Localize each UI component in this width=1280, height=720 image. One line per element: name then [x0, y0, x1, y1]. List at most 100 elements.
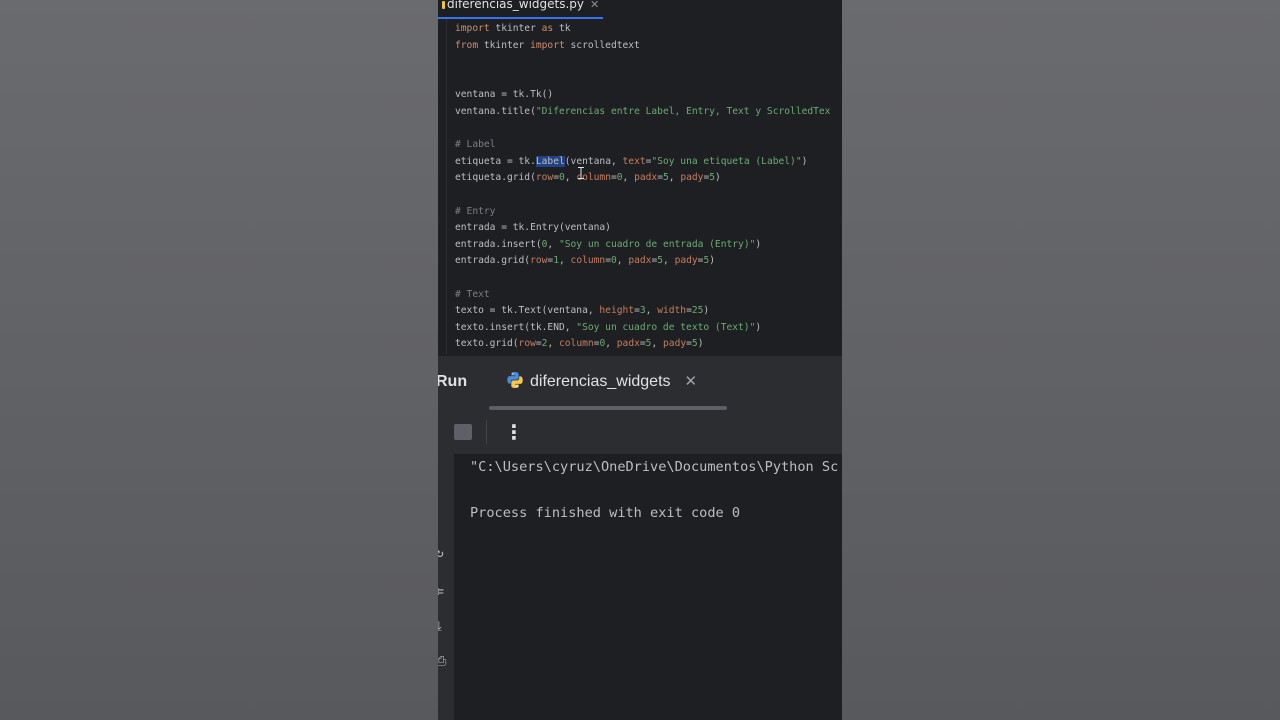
- more-vertical-icon[interactable]: ⋮: [504, 420, 524, 444]
- code-line[interactable]: texto.grid(row=2, column=0, padx=5, pady…: [455, 336, 842, 353]
- code-token: ): [755, 321, 762, 333]
- code-token: "Soy un cuadro de texto (Text)": [576, 321, 756, 333]
- code-line[interactable]: [455, 54, 842, 71]
- code-line[interactable]: import tkinter as tk: [455, 21, 842, 38]
- console-side-toolbar: ↻ ⇇ ⤓ ⎙: [438, 410, 454, 720]
- code-token: entrada.grid(: [455, 255, 531, 267]
- code-line[interactable]: entrada = tk.Entry(ventana): [455, 220, 842, 237]
- print-icon[interactable]: ⎙: [438, 654, 446, 669]
- code-area[interactable]: import tkinter as tk from tkinter import …: [455, 21, 842, 353]
- code-token: ): [755, 238, 762, 250]
- console-output[interactable]: "C:\Users\cyruz\OneDrive\Documentos\Pyth…: [470, 456, 842, 525]
- code-token: padx: [634, 172, 658, 184]
- code-token: "Soy una etiqueta (Label)": [651, 155, 802, 167]
- code-token: # Entry: [455, 205, 496, 217]
- code-token: pady: [674, 255, 698, 267]
- code-line[interactable]: [455, 121, 842, 138]
- code-token: ,: [616, 255, 629, 267]
- code-line[interactable]: [455, 270, 842, 287]
- code-token: # Label: [455, 139, 496, 151]
- code-token: height: [599, 305, 635, 317]
- console-toolbar: ⋮: [454, 410, 842, 454]
- code-token: import: [455, 23, 490, 34]
- code-token: ,: [651, 338, 664, 350]
- code-token: ,: [645, 305, 658, 317]
- console-line: "C:\Users\cyruz\OneDrive\Documentos\Pyth…: [470, 459, 839, 475]
- code-line[interactable]: # Text: [455, 287, 842, 304]
- code-token: 25: [691, 305, 704, 317]
- toolbar-separator: [486, 420, 487, 444]
- code-token: ventana = tk.Tk(): [455, 89, 554, 101]
- code-line[interactable]: entrada.grid(row=1, column=0, padx=5, pa…: [455, 253, 842, 270]
- code-token: ,: [558, 255, 571, 267]
- run-config-tab[interactable]: diferencias_widgets ✕: [506, 371, 697, 395]
- code-line[interactable]: # Label: [455, 137, 842, 154]
- console-line: Process finished with exit code 0: [470, 505, 741, 521]
- selected-token: Label: [535, 155, 565, 167]
- code-line[interactable]: [455, 187, 842, 204]
- code-token: ,: [547, 338, 559, 350]
- code-line[interactable]: ventana.title("Diferencias entre Label, …: [455, 104, 842, 121]
- code-token: from: [455, 39, 479, 51]
- code-token: texto = tk.Text(ventana,: [455, 305, 600, 317]
- code-token: ,: [622, 172, 635, 184]
- code-token: # Text: [455, 288, 490, 300]
- code-token: ): [715, 172, 721, 184]
- code-line[interactable]: ventana = tk.Tk(): [455, 87, 842, 104]
- code-token: ventana.title(: [455, 105, 536, 117]
- editor-gutter: [438, 19, 447, 355]
- code-token: column: [559, 338, 594, 350]
- code-token: column: [570, 255, 606, 267]
- run-panel-title: Run: [438, 373, 468, 390]
- editor-tab-label: diferencias_widgets.py: [447, 0, 585, 11]
- editor-tabbar: diferencias_widgets.py ✕: [438, 0, 842, 19]
- code-token: entrada.insert(: [455, 238, 542, 250]
- code-line[interactable]: # Entry: [455, 204, 842, 221]
- code-token: row: [535, 172, 554, 184]
- code-token: tkinter: [489, 23, 542, 34]
- code-token: pady: [663, 338, 687, 350]
- python-icon: [507, 372, 523, 388]
- soft-wrap-icon[interactable]: ⇇: [438, 584, 444, 599]
- code-token: tk: [553, 23, 571, 34]
- code-token: ,: [564, 172, 577, 184]
- background-blur-right: [842, 0, 1280, 720]
- code-token: entrada = tk.Entry(ventana): [455, 222, 611, 234]
- code-token: "Soy un cuadro de entrada (Entry)": [558, 238, 756, 250]
- code-token: import: [530, 39, 565, 51]
- code-editor[interactable]: import tkinter as tk from tkinter import …: [438, 19, 842, 355]
- code-token: padx: [616, 338, 640, 350]
- code-token: tkinter: [478, 39, 531, 51]
- code-token: texto.grid(: [455, 338, 519, 350]
- code-line[interactable]: etiqueta = tk.Label(ventana, text="Soy u…: [455, 154, 842, 171]
- code-token: padx: [628, 255, 652, 267]
- code-token: ): [801, 155, 808, 167]
- run-console: ↻ ⇇ ⤓ ⎙ ⋮ "C:\Users\cyruz\OneDrive\Docum…: [438, 410, 842, 720]
- code-token: (ventana,: [564, 155, 623, 167]
- rerun-icon[interactable]: ↻: [438, 546, 444, 561]
- code-line[interactable]: entrada.insert(0, "Soy un cuadro de entr…: [455, 237, 842, 254]
- code-token: width: [657, 305, 687, 317]
- scroll-to-end-icon[interactable]: ⤓: [438, 619, 442, 634]
- code-line[interactable]: texto.insert(tk.END, "Soy un cuadro de t…: [455, 320, 842, 337]
- code-token: scrolledtext: [564, 39, 640, 51]
- close-icon[interactable]: ✕: [590, 0, 599, 11]
- text-cursor-icon: [578, 167, 584, 179]
- code-token: texto.insert(tk.END,: [455, 321, 577, 333]
- code-token: ,: [663, 255, 675, 267]
- code-token: etiqueta = tk.: [455, 155, 536, 167]
- code-token: ,: [547, 238, 559, 250]
- code-token: ): [703, 305, 710, 317]
- ide-window: diferencias_widgets.py ✕ import tkinter a…: [438, 0, 842, 720]
- code-line[interactable]: texto = tk.Text(ventana, height=3, width…: [455, 303, 842, 320]
- code-token: row: [518, 338, 536, 350]
- run-tool-window-header: Run diferencias_widgets ✕: [438, 355, 842, 411]
- code-line[interactable]: from tkinter import scrolledtext: [455, 38, 842, 55]
- code-line[interactable]: [455, 71, 842, 88]
- code-token: ,: [668, 172, 681, 184]
- code-line[interactable]: etiqueta.grid(row=0, column=0, padx=5, p…: [455, 170, 842, 187]
- stop-icon[interactable]: [454, 424, 472, 440]
- code-token: ): [709, 255, 716, 267]
- close-icon[interactable]: ✕: [685, 373, 698, 390]
